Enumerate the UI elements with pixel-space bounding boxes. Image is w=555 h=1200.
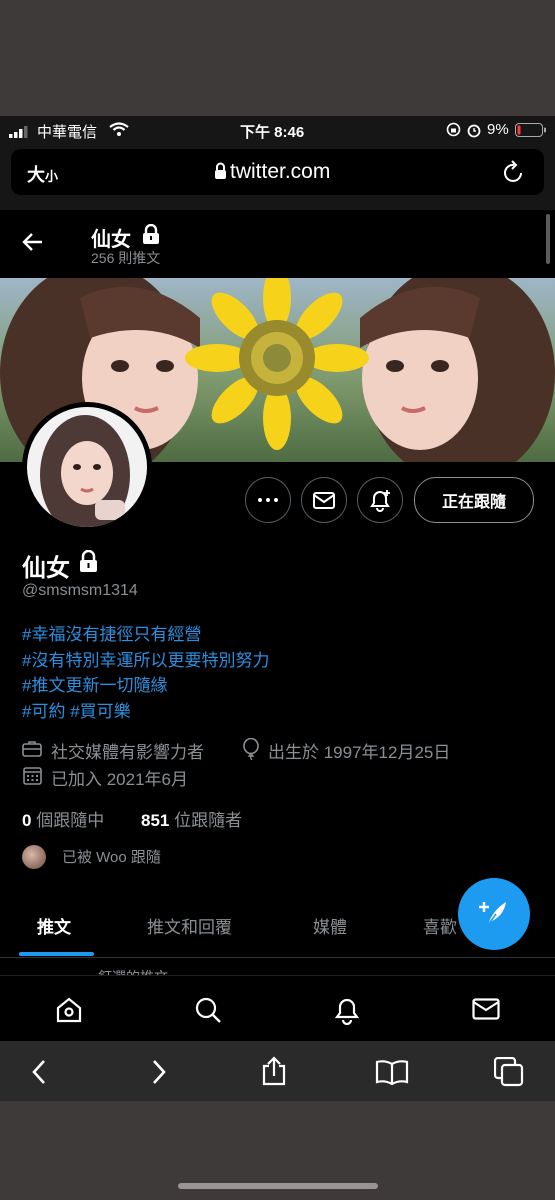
profile-bio: #幸福沒有捷徑只有經營 #沒有特別幸運所以更要特別努力 #推文更新一切隨緣 #可… bbox=[22, 622, 269, 724]
bottom-nav bbox=[0, 975, 555, 1042]
follower-avatar[interactable] bbox=[22, 845, 46, 869]
compose-tweet-button[interactable] bbox=[458, 878, 530, 950]
active-tab-indicator bbox=[19, 952, 94, 956]
tweet-count: 256 則推文 bbox=[91, 250, 161, 266]
more-options-button[interactable] bbox=[245, 477, 291, 523]
browser-forward-icon[interactable] bbox=[151, 1059, 167, 1085]
following-button[interactable]: 正在跟隨 bbox=[414, 477, 534, 523]
bio-line[interactable]: #推文更新一切隨緣 bbox=[22, 673, 269, 699]
clock: 下午 8:46 bbox=[240, 124, 305, 141]
following-button-label: 正在跟隨 bbox=[441, 494, 506, 511]
followed-by-text[interactable]: 已被 Woo 跟隨 bbox=[62, 846, 161, 867]
back-arrow-icon[interactable] bbox=[22, 232, 44, 252]
profile-name: 仙女 bbox=[22, 555, 70, 582]
profile-category: 社交媒體有影響力者 bbox=[51, 743, 204, 762]
followers-count-link[interactable]: 851 位跟隨者 bbox=[141, 806, 242, 831]
bio-line[interactable]: #幸福沒有捷徑只有經營 bbox=[22, 622, 269, 648]
alarm-icon bbox=[466, 122, 482, 138]
text-size-large: 大 bbox=[27, 165, 45, 185]
url-bar[interactable]: 大小 twitter.com bbox=[11, 149, 544, 195]
following-count-link[interactable]: 0 個跟隨中 bbox=[22, 806, 104, 831]
profile-handle: @smsmsm1314 bbox=[22, 582, 138, 599]
wifi-icon bbox=[109, 122, 129, 136]
home-indicator bbox=[178, 1183, 378, 1189]
protected-lock-icon bbox=[141, 224, 161, 245]
lock-icon bbox=[214, 162, 227, 180]
balloon-icon bbox=[242, 738, 260, 760]
tab-likes[interactable]: 喜歡 bbox=[423, 913, 457, 938]
hashtag-link[interactable]: #買可樂 bbox=[70, 702, 130, 721]
protected-account-icon bbox=[78, 550, 99, 573]
tab-tweets[interactable]: 推文 bbox=[37, 913, 71, 938]
following-label: 個跟隨中 bbox=[36, 811, 105, 830]
notifications-icon[interactable] bbox=[333, 995, 361, 1025]
search-icon[interactable] bbox=[194, 996, 222, 1024]
profile-joined: 已加入 2021年6月 bbox=[51, 770, 188, 789]
carrier-label: 中華電信 bbox=[37, 124, 98, 141]
home-icon[interactable] bbox=[55, 996, 83, 1024]
signal-icon bbox=[9, 126, 31, 138]
text-size-small: 小 bbox=[45, 169, 59, 184]
briefcase-icon bbox=[22, 740, 42, 757]
pinned-tweet-label: 釘選的推文 bbox=[98, 967, 168, 975]
battery-icon bbox=[515, 123, 547, 138]
orientation-lock-icon bbox=[446, 122, 461, 137]
envelope-icon bbox=[313, 491, 335, 509]
share-icon[interactable] bbox=[261, 1056, 287, 1086]
browser-back-icon[interactable] bbox=[31, 1059, 47, 1085]
avatar[interactable] bbox=[22, 402, 152, 532]
bio-line[interactable]: #沒有特別幸運所以更要特別努力 bbox=[22, 648, 269, 674]
bell-plus-icon bbox=[370, 490, 390, 512]
followers-label: 位跟隨者 bbox=[174, 811, 243, 830]
calendar-icon bbox=[23, 766, 42, 785]
hashtag-link[interactable]: #可約 bbox=[22, 702, 65, 721]
text-size-button[interactable]: 大小 bbox=[27, 161, 58, 187]
browser-toolbar bbox=[0, 1041, 555, 1101]
tabs-divider bbox=[0, 957, 555, 958]
avatar-image bbox=[27, 407, 147, 527]
status-bar: 中華電信 下午 8:46 9% bbox=[0, 116, 555, 144]
tab-media[interactable]: 媒體 bbox=[313, 913, 347, 938]
tab-tweets-replies[interactable]: 推文和回覆 bbox=[147, 913, 232, 938]
reload-icon[interactable] bbox=[503, 160, 525, 184]
bio-line: #可約 #買可樂 bbox=[22, 699, 269, 725]
followers-count: 851 bbox=[141, 811, 170, 830]
message-button[interactable] bbox=[301, 477, 347, 523]
profile-birthday: 出生於 1997年12月25日 bbox=[268, 743, 451, 762]
messages-icon[interactable] bbox=[472, 998, 500, 1020]
twitter-profile-page: 仙女 256 則推文 正在跟隨 仙女 @smsmsm1314 #幸福沒有捷徑只有… bbox=[0, 210, 555, 975]
ellipsis-icon bbox=[258, 498, 278, 502]
quill-plus-icon bbox=[479, 902, 506, 926]
battery-percent: 9% bbox=[487, 121, 509, 138]
scrollbar[interactable] bbox=[546, 214, 550, 264]
bookmarks-icon[interactable] bbox=[375, 1059, 409, 1085]
tabs-icon[interactable] bbox=[494, 1057, 524, 1087]
following-count: 0 bbox=[22, 811, 32, 830]
notifications-button[interactable] bbox=[357, 477, 403, 523]
url-text[interactable]: twitter.com bbox=[230, 160, 330, 184]
